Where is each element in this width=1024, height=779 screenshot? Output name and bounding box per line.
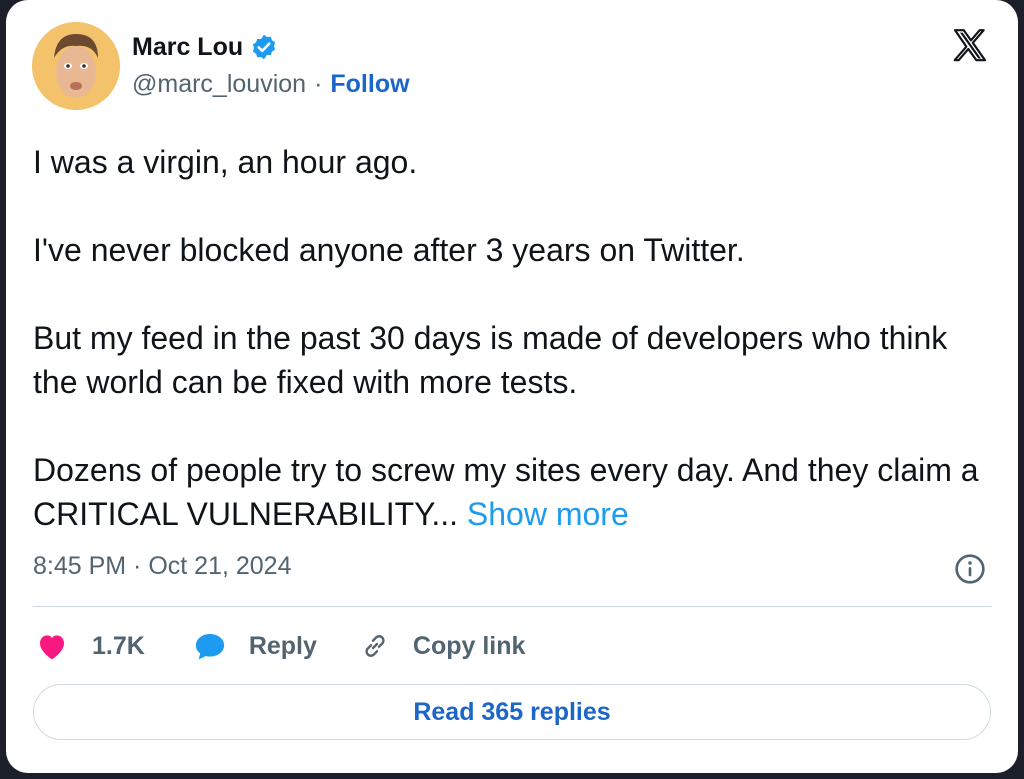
tweet-card: Marc Lou @marc_louvion · Follow I was a …: [6, 0, 1018, 773]
like-count: 1.7K: [92, 631, 145, 660]
tweet-paragraph-last: Dozens of people try to screw my sites e…: [33, 448, 995, 536]
heart-icon: [36, 631, 68, 661]
speech-bubble-icon: [193, 630, 227, 662]
avatar[interactable]: [32, 22, 120, 110]
divider: [33, 606, 992, 607]
like-button[interactable]: 1.7K: [36, 631, 145, 661]
copy-link-label: Copy link: [412, 631, 526, 660]
tweet-paragraph: I've never blocked anyone after 3 years …: [33, 232, 745, 268]
reply-button[interactable]: Reply: [193, 630, 317, 662]
reply-label: Reply: [248, 631, 317, 660]
tweet-body: I was a virgin, an hour ago. I've never …: [33, 140, 995, 536]
tweet-paragraph: But my feed in the past 30 days is made …: [33, 320, 948, 400]
author-display-name[interactable]: Marc Lou: [132, 33, 243, 62]
follow-button[interactable]: Follow: [330, 70, 409, 99]
author-handle[interactable]: @marc_louvion: [132, 70, 306, 99]
action-bar: 1.7K Reply Copy link: [36, 624, 525, 668]
x-logo-icon[interactable]: [950, 26, 990, 66]
tweet-paragraph: I was a virgin, an hour ago.: [33, 144, 418, 180]
copy-link-button[interactable]: Copy link: [359, 630, 526, 662]
link-icon: [359, 630, 391, 662]
separator-dot: ·: [314, 70, 323, 98]
verified-badge-icon: [250, 33, 278, 61]
name-row: Marc Lou: [132, 30, 410, 64]
author-info: Marc Lou @marc_louvion · Follow: [132, 30, 410, 99]
read-replies-label: Read 365 replies: [413, 697, 611, 726]
info-icon[interactable]: [954, 553, 986, 585]
tweet-header: Marc Lou @marc_louvion · Follow: [32, 22, 992, 112]
avatar-image: [32, 22, 120, 110]
read-replies-button[interactable]: Read 365 replies: [33, 684, 991, 740]
show-more-link[interactable]: Show more: [467, 496, 629, 532]
handle-row: @marc_louvion · Follow: [132, 70, 410, 99]
tweet-timestamp[interactable]: 8:45 PM · Oct 21, 2024: [33, 552, 291, 581]
